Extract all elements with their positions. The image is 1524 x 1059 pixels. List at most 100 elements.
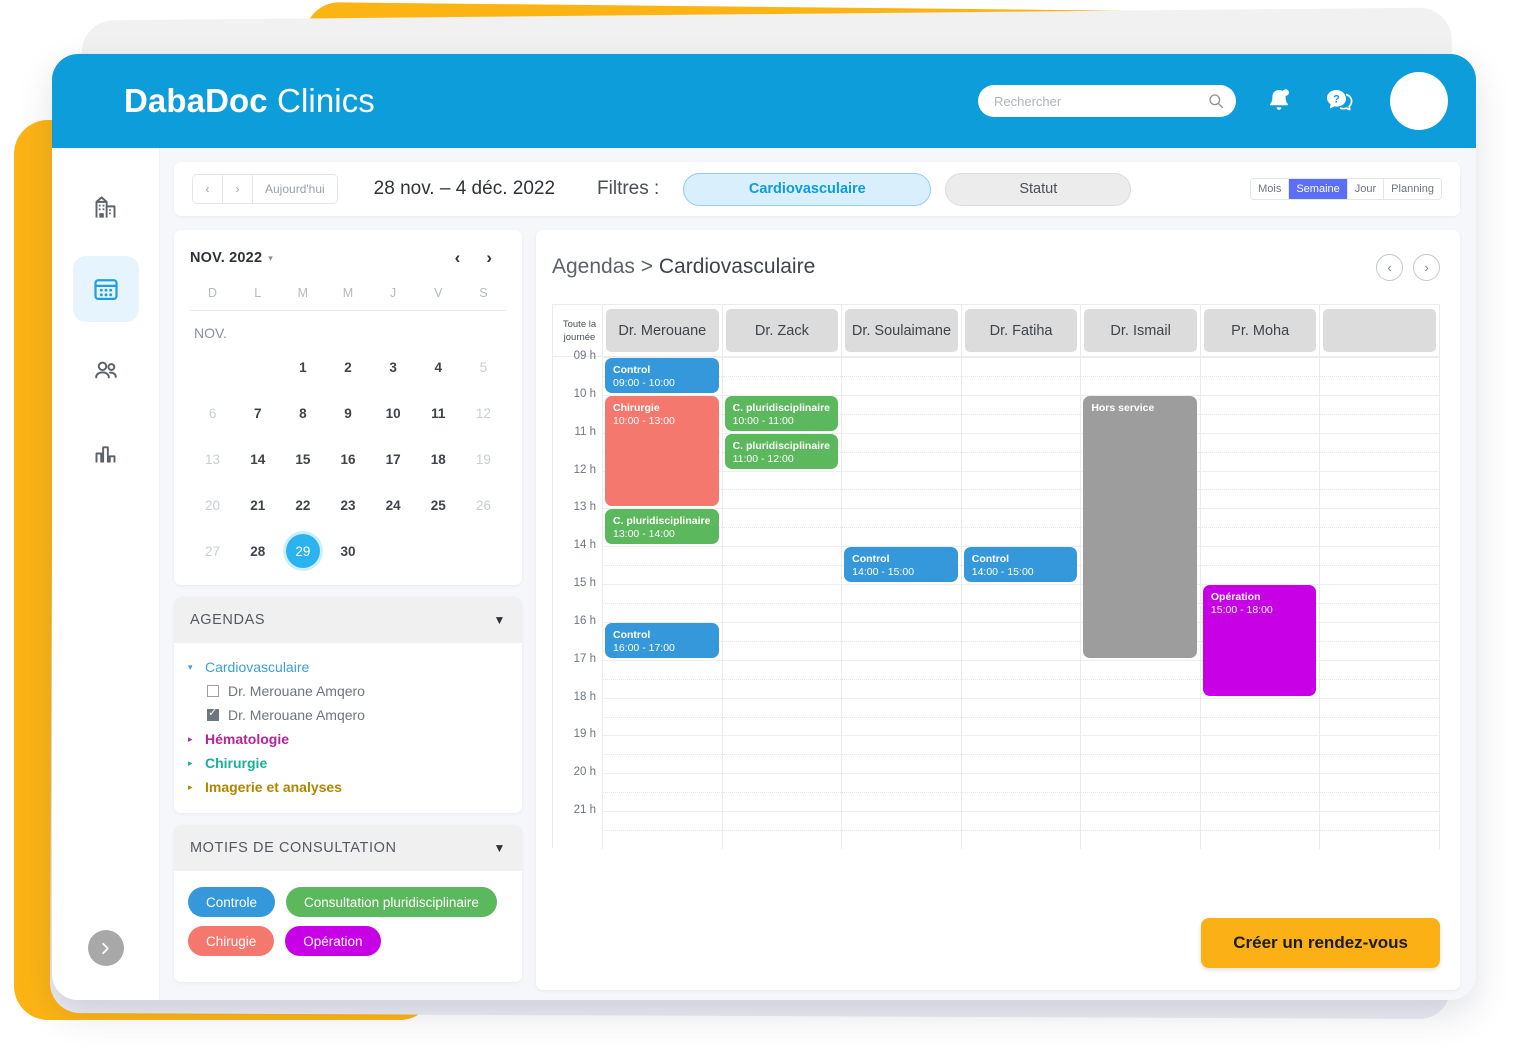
brand-logo[interactable]: DabaDoc Clinics: [124, 82, 375, 120]
calendar-day[interactable]: 11: [416, 393, 461, 433]
day-column[interactable]: Control 14:00 - 15:00: [961, 357, 1082, 849]
view-option-jour[interactable]: Jour: [1347, 179, 1385, 199]
motif-chip[interactable]: Consultation pluridisciplinaire: [286, 887, 497, 917]
filter-specialty-pill[interactable]: Cardiovasculaire: [683, 172, 932, 206]
agenda-group-2[interactable]: ▸ Chirurgie: [188, 755, 506, 771]
search-box[interactable]: [978, 85, 1236, 117]
practitioner-column-header[interactable]: Dr. Merouane: [603, 305, 723, 356]
calendar-day[interactable]: 13: [190, 439, 235, 479]
mini-calendar-title[interactable]: NOV. 2022: [190, 250, 262, 266]
sidebar-item-stats[interactable]: [73, 420, 139, 486]
calendar-day[interactable]: 18: [416, 439, 461, 479]
practitioner-column-header[interactable]: Dr. Ismail: [1081, 305, 1201, 356]
calendar-day[interactable]: 30: [325, 531, 370, 571]
calendar-day[interactable]: 26: [461, 485, 506, 525]
sidebar-item-patients[interactable]: [73, 338, 139, 404]
notifications-bell-icon[interactable]: [1262, 84, 1296, 118]
agenda-practitioner-checkbox[interactable]: [207, 685, 219, 697]
calendar-day[interactable]: 22: [280, 485, 325, 525]
chevron-down-icon[interactable]: ▾: [268, 253, 273, 264]
calendar-day[interactable]: 9: [325, 393, 370, 433]
practitioner-column-header[interactable]: [1320, 305, 1441, 356]
practitioner-column-header[interactable]: Dr. Soulaimane: [842, 305, 962, 356]
view-option-planning[interactable]: Planning: [1384, 179, 1441, 199]
day-column[interactable]: C. pluridisciplinaire 10:00 - 11:00 C. plu…: [722, 357, 843, 849]
day-column[interactable]: Control 14:00 - 15:00: [842, 357, 962, 849]
calendar-day[interactable]: 12: [461, 393, 506, 433]
calendar-day[interactable]: 10: [371, 393, 416, 433]
mini-calendar-prev-button[interactable]: ‹: [455, 248, 461, 268]
day-column[interactable]: Hors service: [1081, 357, 1201, 849]
agendas-panel-header[interactable]: AGENDAS ▼: [174, 597, 522, 643]
calendar-day[interactable]: 5: [461, 347, 506, 387]
triangle-right-icon[interactable]: ▸: [188, 758, 198, 769]
motif-chip[interactable]: Controle: [188, 887, 276, 917]
agenda-practitioner-row[interactable]: Dr. Merouane Amqero: [188, 707, 506, 723]
motif-chip[interactable]: Opération: [285, 926, 381, 956]
calendar-day[interactable]: 16: [325, 439, 370, 479]
calendar-day[interactable]: 19: [461, 439, 506, 479]
calendar-day[interactable]: 25: [416, 485, 461, 525]
calendar-day[interactable]: 8: [280, 393, 325, 433]
practitioner-column-header[interactable]: Dr. Fatiha: [962, 305, 1082, 356]
calendar-day[interactable]: 17: [371, 439, 416, 479]
calendar-day[interactable]: 28: [235, 531, 280, 571]
motifs-panel-header[interactable]: MOTIFS DE CONSULTATION ▼: [174, 825, 522, 871]
calendar-event[interactable]: Chirurgie 10:00 - 13:00: [605, 395, 719, 507]
agenda-group-1[interactable]: ▸ Hématologie: [188, 731, 506, 747]
calendar-event[interactable]: Control 09:00 - 10:00: [605, 358, 719, 393]
calendar-event[interactable]: C. pluridisciplinaire 13:00 - 14:00: [605, 509, 719, 545]
next-period-button[interactable]: ›: [223, 175, 253, 203]
motif-chip[interactable]: Chirugie: [188, 926, 275, 956]
calendar-day[interactable]: 4: [416, 347, 461, 387]
calendar-day[interactable]: 2: [325, 347, 370, 387]
calendar-day[interactable]: 23: [325, 485, 370, 525]
calendar-event[interactable]: Control 14:00 - 15:00: [844, 547, 958, 583]
calendar-day[interactable]: 15: [280, 439, 325, 479]
calendar-day[interactable]: 6: [190, 393, 235, 433]
agenda-practitioner-row[interactable]: Dr. Merouane Amqero: [188, 683, 506, 699]
practitioner-column-header[interactable]: Dr. Zack: [723, 305, 843, 356]
calendar-day[interactable]: 29: [280, 531, 325, 571]
calendar-day[interactable]: 3: [371, 347, 416, 387]
agenda-practitioner-checkbox[interactable]: [207, 707, 219, 721]
calendar-day[interactable]: 7: [235, 393, 280, 433]
sidebar-expand-button[interactable]: [87, 930, 124, 966]
today-button[interactable]: Aujourd'hui: [253, 175, 337, 203]
agenda-group-3[interactable]: ▸ Imagerie et analyses: [188, 779, 506, 795]
chevron-down-icon[interactable]: ▼: [494, 613, 506, 627]
agenda-next-button[interactable]: ›: [1413, 253, 1440, 281]
triangle-right-icon[interactable]: ▸: [188, 782, 198, 793]
view-option-semaine[interactable]: Semaine: [1289, 179, 1348, 199]
practitioner-column-header[interactable]: Pr. Moha: [1201, 305, 1321, 356]
sidebar-item-clinic[interactable]: [73, 174, 139, 240]
calendar-day-selected[interactable]: 29: [285, 534, 320, 568]
triangle-right-icon[interactable]: ▸: [188, 734, 198, 745]
agenda-prev-button[interactable]: ‹: [1376, 253, 1403, 281]
calendar-day[interactable]: 1: [280, 347, 325, 387]
user-avatar[interactable]: [1390, 72, 1448, 130]
chevron-down-icon[interactable]: ▼: [494, 841, 506, 855]
day-column[interactable]: Opération 15:00 - 18:00: [1200, 357, 1321, 849]
filter-status-pill[interactable]: Statut: [945, 172, 1132, 206]
calendar-day[interactable]: 20: [190, 485, 235, 525]
prev-period-button[interactable]: ‹: [193, 175, 223, 203]
calendar-day[interactable]: 21: [235, 485, 280, 525]
breadcrumb-root[interactable]: Agendas: [552, 255, 635, 278]
triangle-down-icon[interactable]: ▾: [188, 662, 198, 673]
create-appointment-button[interactable]: Créer un rendez-vous: [1201, 918, 1440, 968]
calendar-event[interactable]: C. pluridisciplinaire 11:00 - 12:00: [724, 433, 839, 469]
calendar-event[interactable]: Opération 15:00 - 18:00: [1202, 585, 1317, 696]
calendar-day[interactable]: 24: [371, 485, 416, 525]
search-input[interactable]: [994, 93, 1202, 109]
calendar-event[interactable]: Control 16:00 - 17:00: [605, 622, 719, 658]
day-column[interactable]: Control 09:00 - 10:00 Chirurgie 10:00 - 13:…: [603, 357, 723, 849]
calendar-event[interactable]: Control 14:00 - 15:00: [963, 547, 1078, 583]
view-option-mois[interactable]: Mois: [1251, 179, 1290, 199]
day-column[interactable]: [1320, 357, 1441, 849]
help-chat-icon[interactable]: ?: [1322, 84, 1356, 118]
calendar-day[interactable]: 14: [235, 439, 280, 479]
agenda-group-0[interactable]: ▾ Cardiovasculaire: [188, 659, 506, 675]
mini-calendar-next-button[interactable]: ›: [486, 248, 492, 268]
calendar-event[interactable]: C. pluridisciplinaire 10:00 - 11:00: [724, 395, 839, 431]
